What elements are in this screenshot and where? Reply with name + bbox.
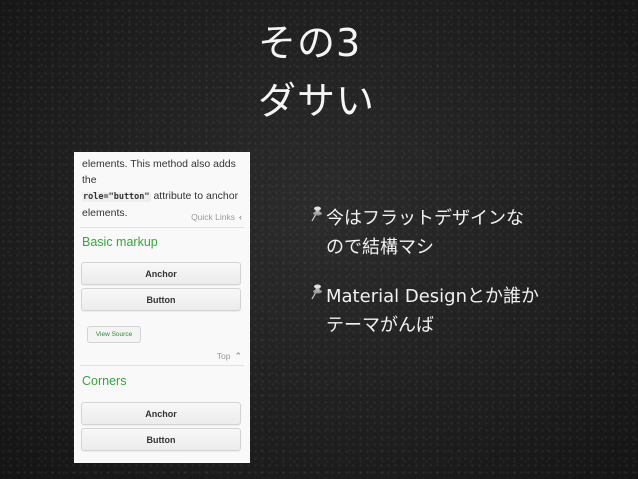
chevron-up-icon: ⌃ — [234, 351, 242, 361]
intro-text-2: attribute to anchor — [150, 190, 239, 202]
quick-links-label: Quick Links — [191, 212, 235, 222]
top-link[interactable]: Top ⌃ — [217, 351, 242, 362]
intro-text-3: elements. — [82, 207, 128, 219]
section-heading-corners: Corners — [82, 374, 127, 388]
button-button[interactable]: Button — [81, 288, 241, 311]
intro-text-1: elements. This method also adds the — [82, 158, 236, 186]
anchor-button-2[interactable]: Anchor — [81, 402, 241, 425]
bullet-text-line-1: Material Designとか誰か — [326, 286, 539, 307]
section-heading-basic-markup: Basic markup — [82, 235, 158, 249]
pushpin-icon — [311, 206, 322, 222]
bullet-text-line-2: ので結構マシ — [326, 237, 434, 258]
divider — [80, 365, 244, 366]
bullet-item: Material Designとか誰か テーマがんば — [310, 282, 600, 340]
quick-links-link[interactable]: Quick Links ‹ — [191, 212, 242, 222]
pushpin-icon — [311, 284, 322, 300]
mobile-screenshot: elements. This method also adds the role… — [74, 152, 250, 463]
view-source-button[interactable]: View Source — [87, 326, 141, 343]
top-link-label: Top — [216, 351, 231, 361]
slide-title-line-1: その3 — [258, 21, 362, 65]
slide-title-line-2: ダサい — [258, 79, 376, 123]
bullet-item: 今はフラットデザインな ので結構マシ — [310, 204, 600, 262]
divider — [80, 227, 244, 228]
bullet-list: 今はフラットデザインな ので結構マシ Material Designとか誰か テ… — [310, 204, 600, 360]
button-button-2[interactable]: Button — [81, 428, 241, 451]
bullet-text-line-1: 今はフラットデザインな — [326, 208, 524, 229]
anchor-button[interactable]: Anchor — [81, 262, 241, 285]
intro-code: role="button" — [82, 192, 151, 202]
chevron-left-icon: ‹ — [239, 212, 242, 222]
bullet-text-line-2: テーマがんば — [326, 315, 434, 336]
